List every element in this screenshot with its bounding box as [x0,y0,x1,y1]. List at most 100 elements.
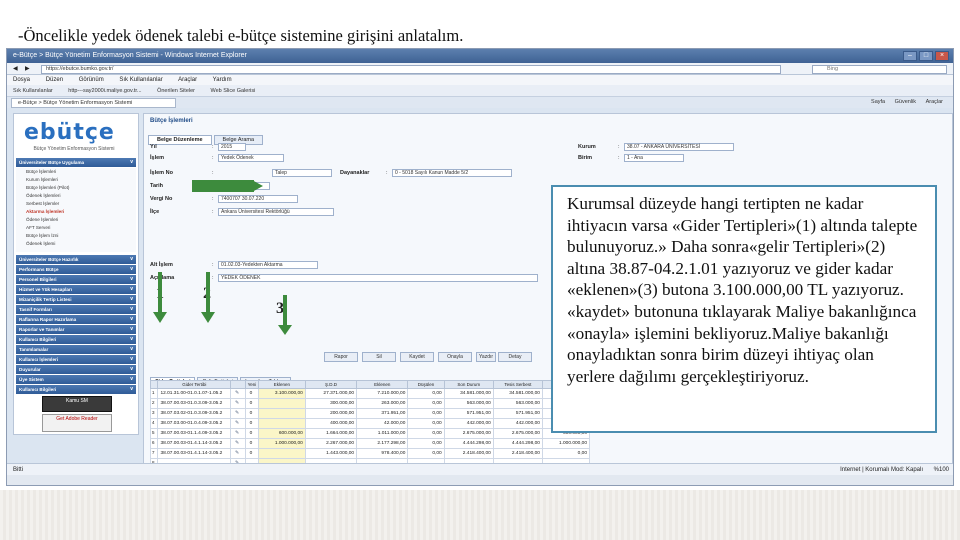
forward-icon[interactable]: ▶ [25,63,30,75]
nav-subitem[interactable]: Bütçe İşlemleri [16,168,136,176]
col-header[interactable]: Eklenen [356,380,409,389]
edit-pencil-icon[interactable]: ✎ [230,388,247,399]
aciklama-input[interactable]: YEDEK ÖDENEK [218,274,538,282]
search-input[interactable]: Bing [812,65,947,74]
table-cell[interactable] [257,398,306,409]
vergi-input[interactable]: 7400707 30.07.220 [218,195,298,203]
url-input[interactable]: https://ebutce.bumko.gov.tr/ [41,65,781,74]
nav-subitem[interactable]: Bütçe İşlem İzni [16,232,136,240]
ilce-input[interactable]: Ankara Üniversitesi Rektörlüğü [218,208,334,216]
favorite-item[interactable]: Önerilen Siteler [157,88,195,94]
col-header[interactable]: Yeni [245,380,259,389]
nav-section[interactable]: Üniversiteler Bütçe Hazırlık [16,255,136,264]
kamu-sm-banner[interactable]: Kamu SM [42,396,112,412]
table-cell[interactable] [257,408,306,419]
table-cell[interactable]: 600.000,00 [257,428,306,439]
table-cell: 0,00 [407,388,445,399]
edit-pencil-icon[interactable]: ✎ [230,418,247,429]
table-cell: 2 [149,398,159,409]
birim-select[interactable]: 1 - Ana [624,154,684,162]
detay-button[interactable]: Detay [498,352,532,362]
alt-islem-label: Alt İşlem [150,262,173,268]
adobe-reader-banner[interactable]: Get Adobe Reader [42,414,112,432]
table-cell: 563.000,00 [443,398,494,409]
islem-no-select[interactable]: Talep [272,169,332,177]
table-cell: 4 [149,418,159,429]
tool-item[interactable]: Araçlar [926,99,943,105]
nav-subitem[interactable]: Ödenek İşlemleri [16,192,136,200]
col-header[interactable]: Ş.D.D [304,380,358,389]
nav-subitem[interactable]: Ödene İşlemleri [16,216,136,224]
nav-section[interactable]: Tasnif Formları [16,305,136,314]
nav-subitem[interactable]: Bütçe İşlemleri (Pilot) [16,184,136,192]
kurum-select[interactable]: 38.07 - ANKARA ÜNİVERSİTESİ [624,143,734,151]
nav-section[interactable]: Üniversiteler Bütçe Uygulama [16,158,136,167]
favorites-bar: Sık Kullanılanlar http---say2000i.maliye… [7,85,953,97]
favorite-item[interactable]: Web Slice Galerisi [211,88,256,94]
onayla-button[interactable]: Onayla [438,352,472,362]
nav-section[interactable]: Personel Bilgileri [16,275,136,284]
edit-pencil-icon[interactable]: ✎ [230,448,247,459]
col-header[interactable]: Eklenen [257,380,306,389]
maximize-icon[interactable]: □ [919,51,933,61]
edit-pencil-icon[interactable]: ✎ [230,428,247,439]
nav-subitem[interactable]: Kurum İşlemleri [16,176,136,184]
table-cell[interactable]: 3.100.000,00 [257,388,306,399]
grid-subtabs: Gider TertipleriGelir TertipleriLogaritm… [150,370,293,386]
menu-item[interactable]: Düzen [46,77,63,83]
nav-section[interactable]: Tanımlamalar [16,345,136,354]
menu-item[interactable]: Yardım [213,77,232,83]
close-icon[interactable]: × [935,51,949,61]
yazdir-button[interactable]: Yazdır [476,352,496,362]
browser-tab[interactable]: e-Bütçe > Bütçe Yönetim Enformasyon Sist… [11,98,176,108]
sil-button[interactable]: Sil [362,352,396,362]
nav-section[interactable]: Raporlar ve Tanımlar [16,325,136,334]
edit-pencil-icon[interactable]: ✎ [230,438,247,449]
nav-subitems: Bütçe İşlemleri Kurum İşlemleri Bütçe İş… [16,168,136,252]
col-header[interactable]: Düşülen [407,380,445,389]
minimize-icon[interactable]: – [903,51,917,61]
favorite-item[interactable]: Sık Kullanılanlar [13,88,53,94]
nav-section[interactable]: Raflarına Rapor Hazırlama [16,315,136,324]
col-header[interactable]: Son Durum [443,380,494,389]
menu-item[interactable]: Dosya [13,77,30,83]
tool-item[interactable]: Güvenlik [895,99,916,105]
dayanak-select[interactable]: 0 - 5018 Sayılı Kanun Madde 5/2 [392,169,512,177]
col-header[interactable]: Tesis Serbest [492,380,543,389]
col-header[interactable]: Gider Tertibi [157,380,232,389]
nav-section[interactable]: Hizmet ve Yük Hesapları [16,285,136,294]
nav-section[interactable]: Kullanıcı İşlemleri [16,355,136,364]
nav-section[interactable]: Duyurular [16,365,136,374]
nav-section[interactable]: Üye Sistem [16,375,136,384]
nav-section[interactable]: Kullanıcı Bilgileri [16,335,136,344]
rapor-button[interactable]: Rapor [324,352,358,362]
nav-section[interactable]: Kullanıcı Bilgileri [16,385,136,394]
birim-label: Birim [578,155,593,161]
nav-subitem-active[interactable]: Aktarma İşlemleri [16,208,136,216]
nav-subitem[interactable]: AFT Serveri [16,224,136,232]
table-row: 4 38.07.03.00-01.0.4.09-3.05.2 ✎ 0 400.000,0… [149,418,591,429]
yil-select[interactable]: 2015 [218,143,246,151]
table-cell[interactable] [257,448,306,459]
back-icon[interactable]: ◀ [13,63,18,75]
tool-item[interactable]: Sayfa [871,99,885,105]
menu-item[interactable]: Görünüm [79,77,104,83]
menu-item[interactable]: Araçlar [178,77,197,83]
edit-pencil-icon[interactable]: ✎ [230,398,247,409]
nav-subitem[interactable]: Ödenek İşlemi [16,240,136,248]
table-cell: 1.443.000,00 [304,448,358,459]
tarih-input[interactable]: 20.11.2015 [218,182,270,190]
kaydet-button[interactable]: Kaydet [400,352,434,362]
favorite-item[interactable]: http---say2000i.maliye.gov.tr... [68,88,141,94]
islem-select[interactable]: Yedek Ödenek [218,154,284,162]
table-cell[interactable]: 1.000.000,00 [257,438,306,449]
nav-section[interactable]: Mizaniçilik Tertip Listesi [16,295,136,304]
table-cell: 0,00 [407,448,445,459]
alt-islem-select[interactable]: 01.02.03-Yedekten Aktarma [218,261,318,269]
nav-section[interactable]: Performans Bütçe [16,265,136,274]
nav-subitem[interactable]: Serbest İşlemler [16,200,136,208]
table-cell[interactable] [257,418,306,429]
menu-item[interactable]: Sık Kullanılanlar [119,77,162,83]
table-cell: 27.371.000,00 [304,388,358,399]
edit-pencil-icon[interactable]: ✎ [230,408,247,419]
